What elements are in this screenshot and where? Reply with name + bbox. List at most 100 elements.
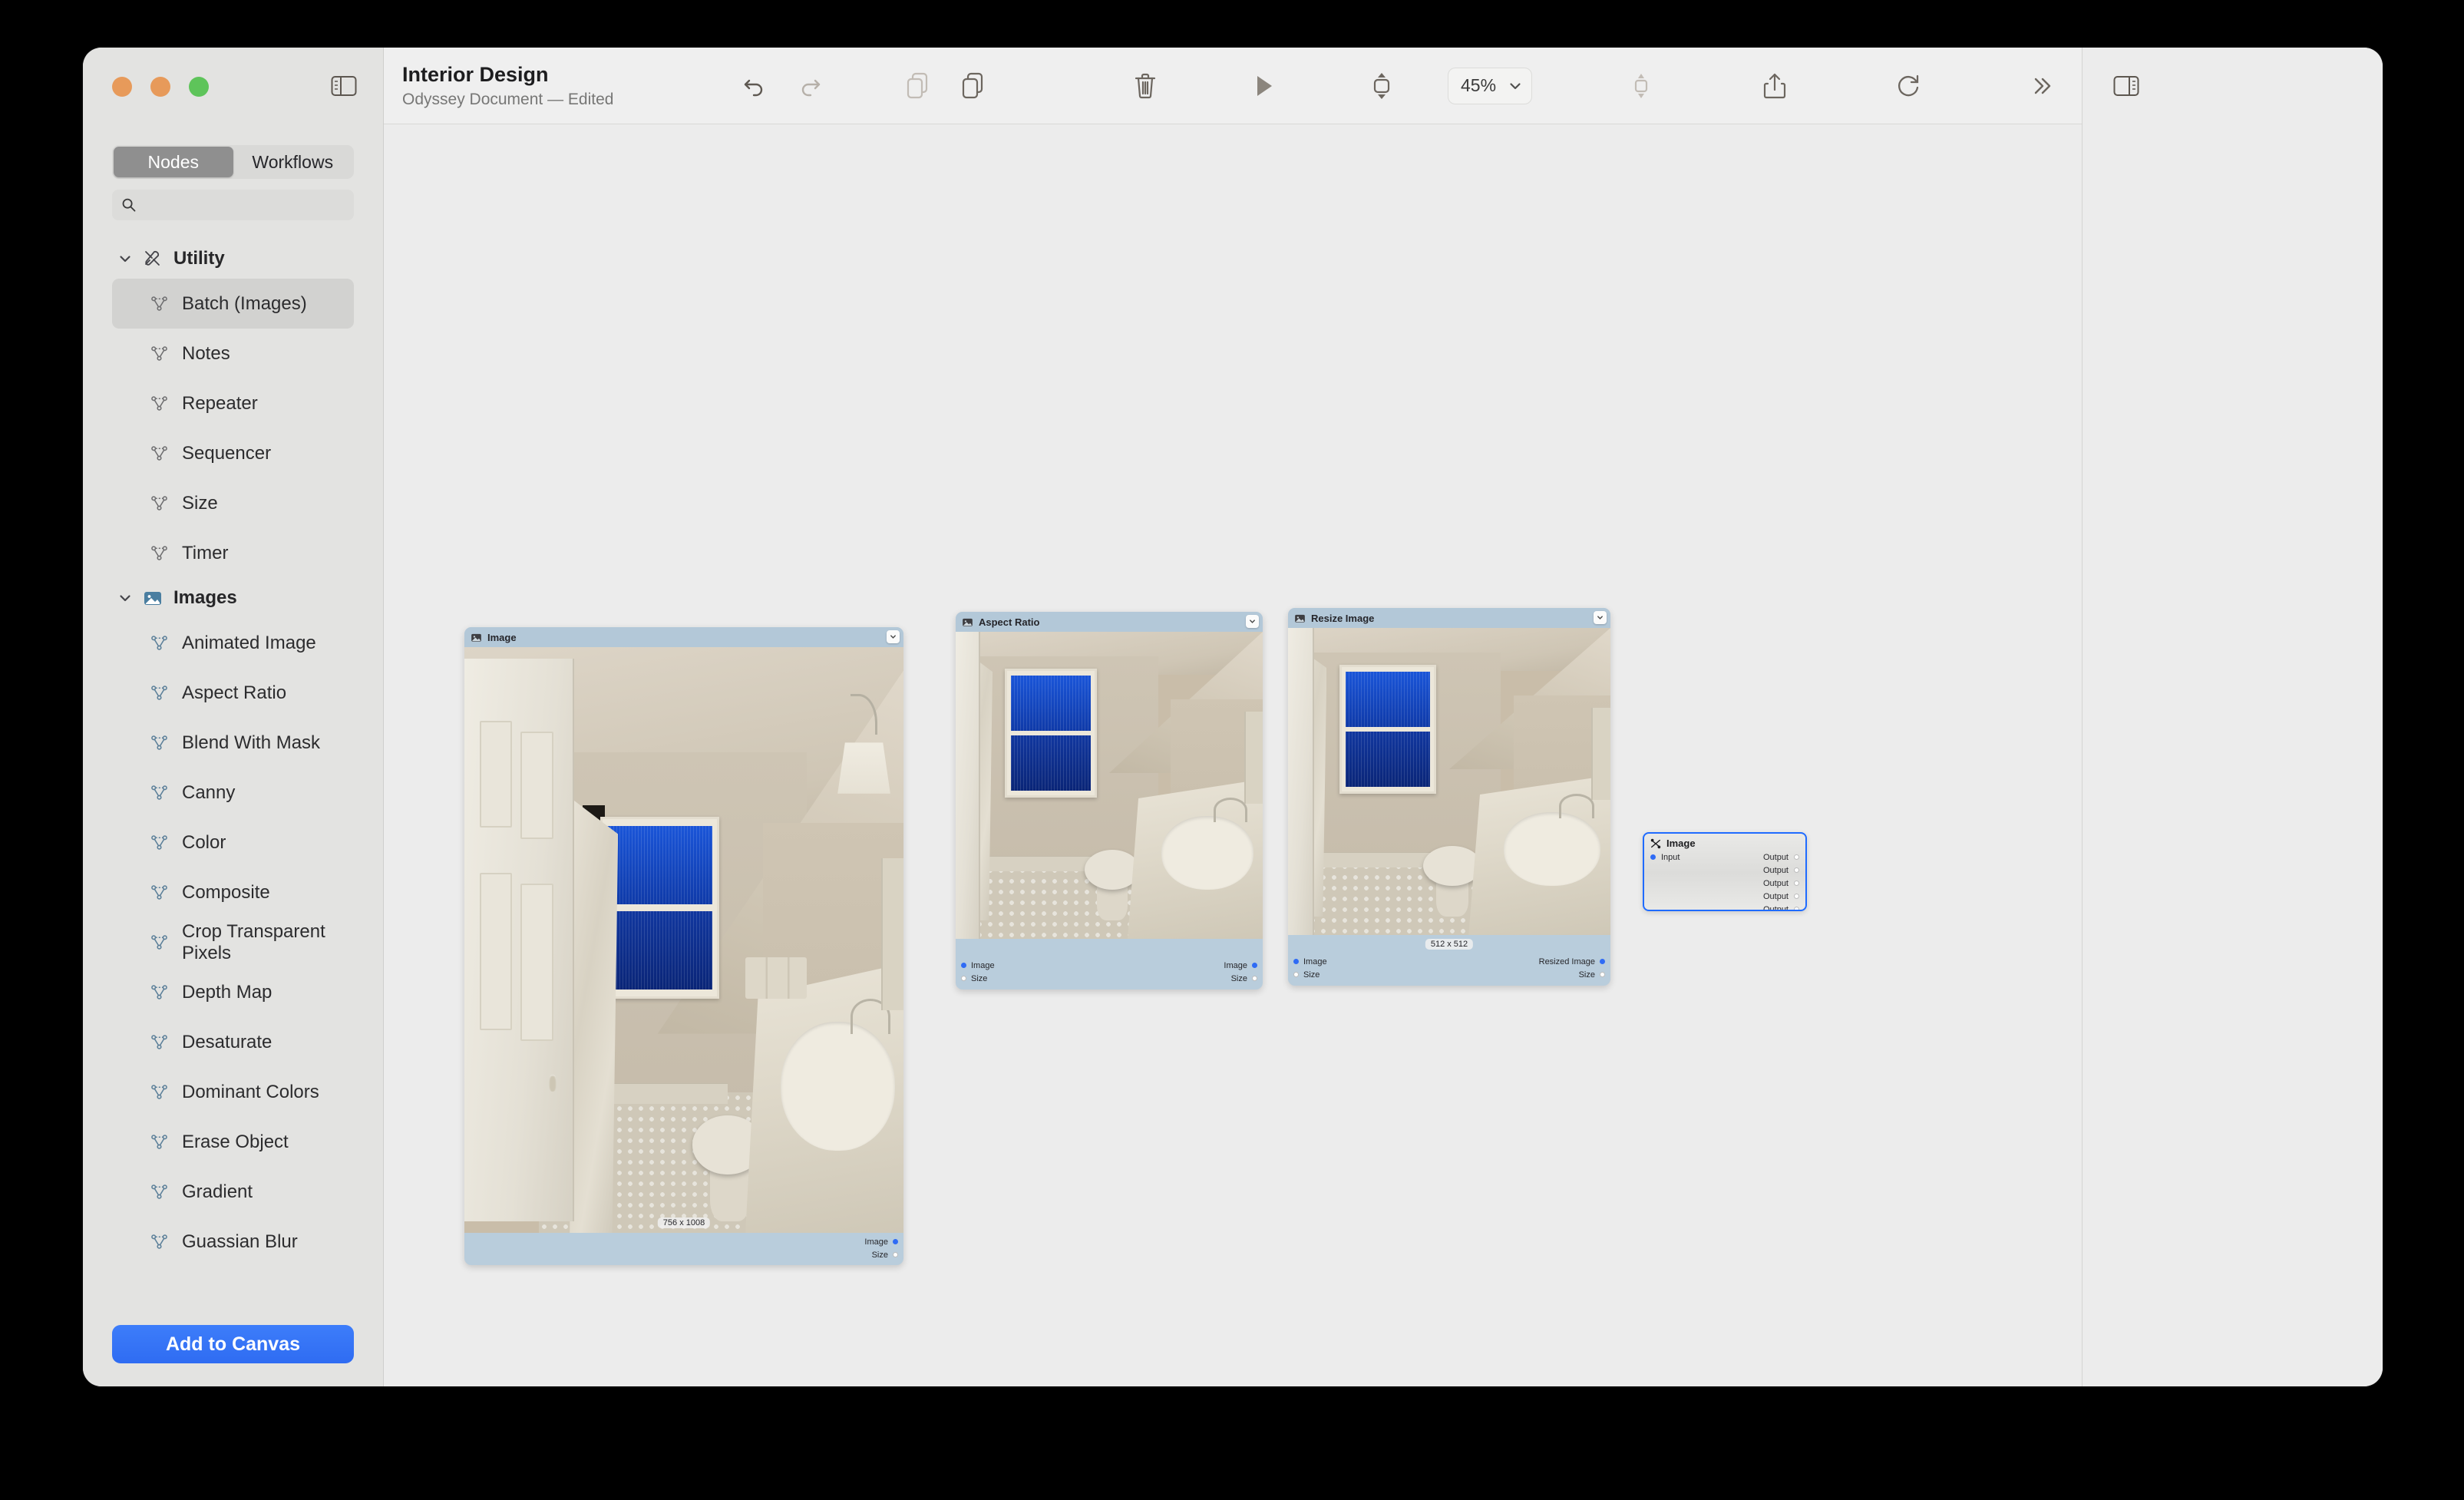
port-label: Input (1661, 852, 1680, 862)
port-dot[interactable] (1293, 959, 1299, 964)
port-label: Size (971, 973, 988, 983)
node-canvas[interactable]: Image 756 x 1008 Image Size Aspect Ratio… (384, 124, 2082, 1386)
node-item-gradient[interactable]: Gradient (112, 1167, 354, 1217)
port-dot[interactable] (1293, 972, 1299, 977)
node-input-port[interactable]: Size (956, 972, 1109, 985)
node-output-port[interactable]: Image (464, 1235, 903, 1248)
duplicate-icon[interactable] (956, 69, 990, 103)
node-item-label: Erase Object (182, 1131, 289, 1152)
canvas-node-image-source[interactable]: Image 756 x 1008 Image Size (464, 627, 903, 1265)
node-ports: Image Size (464, 1233, 903, 1265)
node-output-port[interactable]: Size (464, 1248, 903, 1261)
node-collapse-button[interactable] (887, 630, 900, 643)
port-dot[interactable] (1650, 854, 1656, 860)
close-button[interactable] (112, 77, 132, 97)
trash-icon[interactable] (1128, 69, 1162, 103)
port-dot[interactable] (1600, 972, 1605, 977)
sync-icon[interactable] (1891, 69, 1925, 103)
node-graph-icon (151, 1184, 167, 1199)
zoom-select[interactable]: 45% (1448, 67, 1532, 104)
search-bar[interactable] (112, 190, 354, 220)
node-item-aspect-ratio[interactable]: Aspect Ratio (112, 668, 354, 718)
group-header-images[interactable]: Images (112, 578, 354, 618)
node-item-dominant-colors[interactable]: Dominant Colors (112, 1067, 354, 1117)
port-dot[interactable] (1794, 881, 1799, 886)
tab-nodes[interactable]: Nodes (114, 147, 233, 177)
window-controls (112, 77, 209, 97)
node-item-erase-object[interactable]: Erase Object (112, 1117, 354, 1167)
node-input-port[interactable]: Input (1650, 851, 1680, 864)
redo-icon[interactable] (794, 69, 827, 103)
node-item-composite[interactable]: Composite (112, 867, 354, 917)
port-dot[interactable] (1794, 894, 1799, 899)
node-item-sequencer[interactable]: Sequencer (112, 428, 354, 478)
node-item-size[interactable]: Size (112, 478, 354, 528)
search-input[interactable] (144, 196, 345, 214)
port-dot[interactable] (1794, 854, 1799, 860)
play-icon[interactable] (1247, 69, 1280, 103)
right-panel (2082, 48, 2383, 1386)
port-dot[interactable] (1794, 867, 1799, 873)
port-dot[interactable] (961, 976, 966, 981)
node-collapse-button[interactable] (1246, 615, 1259, 628)
add-to-canvas-button[interactable]: Add to Canvas (112, 1325, 354, 1363)
tab-workflows[interactable]: Workflows (233, 147, 353, 177)
chevron-double-right-icon[interactable] (2025, 69, 2059, 103)
share-icon[interactable] (1758, 69, 1792, 103)
canvas-node-aspect-ratio[interactable]: Aspect Ratio Image Size Image Size (956, 612, 1263, 990)
copy-icon[interactable] (901, 69, 935, 103)
node-input-port[interactable]: Size (1288, 968, 1449, 981)
group-header-utility[interactable]: Utility (112, 239, 354, 279)
node-item-crop-transparent-pixels[interactable]: Crop Transparent Pixels (112, 917, 354, 967)
canvas-node-image-output[interactable]: Image Input Output Output Output Output … (1643, 832, 1807, 911)
canvas-node-resize-image[interactable]: Resize Image 512 x 512 Image Size Resize… (1288, 608, 1610, 986)
node-item-color[interactable]: Color (112, 818, 354, 867)
node-item-label: Gradient (182, 1181, 253, 1202)
port-dot[interactable] (893, 1252, 898, 1257)
arrange-icon[interactable] (1624, 69, 1658, 103)
node-item-guassian-blur[interactable]: Guassian Blur (112, 1217, 354, 1267)
sidebar-right-icon[interactable] (2113, 75, 2139, 97)
node-item-batch-images[interactable]: Batch (Images) (112, 279, 354, 329)
node-input-port[interactable]: Image (1288, 955, 1449, 968)
document-subtitle: Odyssey Document — Edited (402, 90, 614, 108)
node-item-timer[interactable]: Timer (112, 528, 354, 578)
zoom-button[interactable] (189, 77, 209, 97)
port-dot[interactable] (893, 1239, 898, 1244)
minimize-button[interactable] (150, 77, 170, 97)
chevron-down-icon (120, 595, 130, 602)
node-output-port[interactable]: Output (1650, 877, 1799, 890)
node-item-repeater[interactable]: Repeater (112, 378, 354, 428)
port-dot[interactable] (1252, 976, 1257, 981)
node-tree: Utility Batch (Images) Notes Repeater Se… (83, 239, 383, 1317)
port-label: Image (1303, 956, 1327, 966)
node-item-canny[interactable]: Canny (112, 768, 354, 818)
node-item-depth-map[interactable]: Depth Map (112, 967, 354, 1017)
port-dot[interactable] (1600, 959, 1605, 964)
node-header[interactable]: Aspect Ratio (956, 612, 1263, 632)
node-item-desaturate[interactable]: Desaturate (112, 1017, 354, 1067)
port-dot[interactable] (1252, 963, 1257, 968)
node-item-label: Depth Map (182, 981, 272, 1003)
fit-vertical-icon[interactable] (1365, 69, 1399, 103)
node-header[interactable]: Resize Image (1288, 608, 1610, 628)
sidebar-left-icon[interactable] (331, 75, 357, 97)
node-graph-icon (151, 1234, 167, 1249)
undo-icon[interactable] (737, 69, 771, 103)
node-collapse-button[interactable] (1594, 611, 1607, 624)
port-dot[interactable] (961, 963, 966, 968)
node-item-animated-image[interactable]: Animated Image (112, 618, 354, 668)
node-header[interactable]: Image (1644, 834, 1805, 851)
node-item-label: Timer (182, 542, 229, 563)
sidebar-tabs[interactable]: Nodes Workflows (112, 145, 354, 179)
node-output-port[interactable]: Output (1650, 890, 1799, 903)
node-input-port[interactable]: Image (956, 959, 1109, 972)
node-output-port[interactable]: Output (1650, 903, 1799, 910)
node-item-blend-with-mask[interactable]: Blend With Mask (112, 718, 354, 768)
node-preview-image: 756 x 1008 (464, 647, 903, 1233)
node-item-notes[interactable]: Notes (112, 329, 354, 378)
node-output-port[interactable]: Output (1650, 864, 1799, 877)
port-dot[interactable] (1794, 907, 1799, 910)
port-label: Image (1224, 960, 1247, 970)
node-header[interactable]: Image (464, 627, 903, 647)
